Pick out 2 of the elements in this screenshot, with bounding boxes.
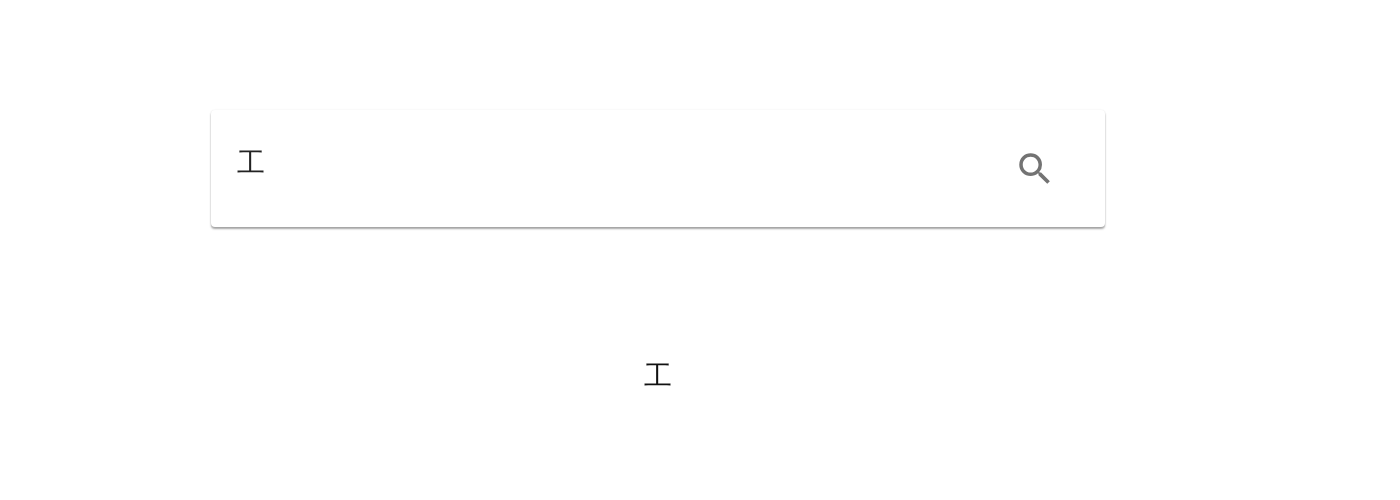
search-field[interactable]: 工 xyxy=(237,142,1011,183)
result-text: 工 xyxy=(644,358,672,394)
